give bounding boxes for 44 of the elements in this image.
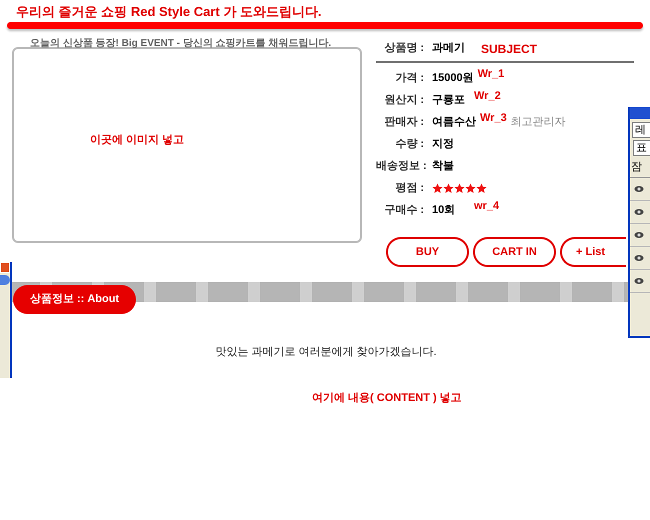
eye-icon[interactable] [634, 277, 644, 285]
image-placeholder-text: 이곳에 이미지 넣고 [90, 132, 184, 148]
field-label: 구매수 : [383, 202, 424, 218]
field-value: 착불 [432, 158, 455, 174]
field-tag: wr_4 [474, 198, 500, 214]
content-placeholder-text: 여기에 내용( CONTENT ) 넣고 [312, 392, 462, 404]
star-icon [465, 182, 476, 194]
page-title: 우리의 즐거운 쇼핑 Red Style Cart 가 도와드립니다. [16, 4, 322, 19]
action-button[interactable]: CART IN [473, 237, 556, 267]
panel-titlebar [630, 107, 650, 119]
admin-text: 최고관리자 [510, 114, 566, 130]
field-label: 가격 : [394, 70, 424, 86]
panel-field[interactable]: 표 [633, 140, 650, 156]
eye-icon[interactable] [634, 208, 644, 216]
field-value: 여름수산 [432, 114, 476, 130]
field-label: 원산지 : [383, 92, 424, 108]
action-button[interactable]: + List [560, 237, 626, 267]
panel-tab[interactable]: 레 [632, 122, 650, 138]
field-value: 10회 [432, 202, 456, 218]
field-tag: Wr_3 [480, 110, 507, 126]
eye-icon[interactable] [634, 231, 644, 239]
eye-icon[interactable] [634, 185, 644, 193]
field-tag: SUBJECT [481, 40, 538, 58]
promo-text: 오늘의 신상품 등장! Big EVENT - 당신의 쇼핑카트를 채워드립니다. [30, 38, 332, 49]
action-button[interactable]: BUY [386, 237, 469, 267]
product-name: 과메기 [432, 41, 465, 56]
field-label: 배송정보 : [376, 158, 424, 174]
eye-icon[interactable] [634, 254, 644, 262]
star-icon [476, 182, 487, 194]
field-value: 지정 [432, 136, 455, 152]
panel-label: 잠 [631, 160, 642, 176]
star-icon [432, 182, 443, 194]
star-icon [454, 182, 465, 194]
field-label: 판매자 : [383, 114, 424, 130]
star-icon [443, 182, 454, 194]
field-label: 평점 : [394, 180, 424, 196]
field-label: 상품명 : [383, 41, 424, 56]
about-tab[interactable]: 상품정보 :: About [13, 285, 136, 314]
field-label: 수량 : [394, 136, 424, 152]
field-value: 15000원 [432, 70, 474, 86]
field-value: 구룡포 [432, 92, 466, 108]
content-text: 맛있는 과메기로 여러분에게 찾아가겠습니다. [215, 345, 437, 360]
field-tag: Wr_1 [478, 66, 504, 82]
field-tag: Wr_2 [474, 88, 501, 104]
